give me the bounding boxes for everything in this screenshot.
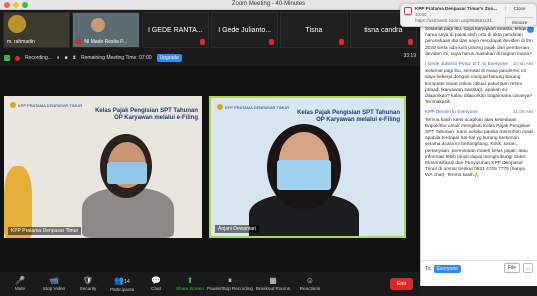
calendar-icon: [404, 7, 412, 15]
face-mask: [107, 162, 147, 184]
remaining-time: Remaining Meeting Time: 07:00: [81, 55, 152, 61]
thumbnail-tile[interactable]: I GEDE RANTA...: [141, 12, 209, 48]
pause-stop-recording-button[interactable]: ⏸ Pause/Stop Recording: [207, 273, 253, 295]
chat-panel: Selamat pagi Ibu, saya karyawan swasta, …: [420, 10, 537, 286]
tile-logo: KPP PRATAMA DENPASAR TIMUR: [10, 102, 82, 108]
thumbnail-tile[interactable]: Tisna: [280, 12, 348, 48]
pause-icon: ⏸: [228, 276, 232, 285]
microphone-icon: 🎤: [15, 276, 25, 285]
chat-button[interactable]: 💬 Chat: [139, 273, 173, 295]
thumbnail-name: I Gede Julianto...: [218, 27, 272, 34]
breakout-rooms-button[interactable]: ▦ Breakout Rooms: [253, 273, 293, 295]
chat-message: Selamat pagi Ibu, saya karyawan swasta, …: [425, 27, 533, 58]
thumbnail-name: m. rahmadin: [7, 39, 35, 45]
notification-snooze-button[interactable]: Snooze: [505, 17, 533, 25]
grid-icon: ▦: [269, 276, 277, 285]
tile-name-label: Anjani Dewantari: [215, 225, 259, 233]
thumbnail-tile[interactable]: I Gede Julianto...: [210, 12, 279, 48]
thumbnail-name: NI Made Resita P...: [84, 39, 128, 45]
chat-time: 11:05 AM: [513, 110, 533, 116]
video-tile-active[interactable]: KPP PRATAMA DENPASAR TIMUR Kelas Pajak P…: [209, 96, 406, 238]
thumbnail-name: Tisna: [305, 27, 323, 34]
calendar-notification[interactable]: KPP Pratama Denpasar Timur's Zoo... 10:5…: [400, 3, 537, 27]
participant-face: [91, 18, 106, 32]
more-options-button[interactable]: ...: [522, 263, 533, 273]
notification-close-button[interactable]: Close: [505, 6, 533, 11]
chat-message: I Gede Julianto Putra, S.T. to Everyone 1…: [425, 62, 533, 106]
tile-name-label: KPP Pratama Denpasar Timur: [8, 227, 82, 235]
chat-messages: Selamat pagi Ibu, saya karyawan swasta, …: [425, 26, 533, 180]
upgrade-button[interactable]: Upgrade: [156, 54, 182, 62]
chat-message-body: Terima kasih kami ucapkan atas kesediaan…: [425, 117, 533, 179]
thumbnail-strip: m. rahmadin NI Made Resita P... I GEDE R…: [0, 10, 420, 50]
meeting-toolbar: 🎤 Mute 📹 Stop Video 🛡 Security 👥14 Participa…: [0, 272, 420, 296]
end-meeting-button[interactable]: End: [390, 278, 413, 290]
notification-title: KPP Pratama Denpasar Timur's Zoo...: [415, 6, 498, 11]
meeting-info-bar: Recording... ⏸ ■ ⧗ Remaining Meeting Tim…: [0, 52, 420, 64]
smiley-icon: ☺: [305, 276, 315, 285]
muted-mic-icon: [407, 39, 413, 45]
mute-button[interactable]: 🎤 Mute: [3, 273, 37, 295]
crest-icon: [8, 15, 26, 33]
muted-mic-icon: [269, 39, 275, 45]
chat-sender: I Gede Julianto Putra, S.T. to Everyone: [425, 62, 508, 68]
logo-icon: [217, 104, 223, 110]
thumbnail-tile[interactable]: NI Made Resita P...: [72, 12, 140, 48]
thumbnail-tile[interactable]: m. rahmadin: [3, 12, 71, 48]
notification-time: 10:50: [415, 12, 427, 17]
file-button[interactable]: File: [503, 263, 520, 273]
muted-mic-icon: [76, 39, 82, 45]
stop-recording-icon[interactable]: ■: [64, 55, 67, 61]
notification-link: https://us02web.zoom.us/j/863681131...: [415, 18, 496, 23]
logo-icon: [10, 102, 16, 108]
chat-time: 10:50 AM: [512, 62, 533, 68]
timer-icon: ⧗: [72, 55, 77, 61]
meeting-clock: 33:19: [403, 53, 416, 59]
security-button[interactable]: 🛡 Security: [71, 273, 105, 295]
zoom-window: Zoom Meeting - 40-Minutes m. rahmadin NI…: [0, 0, 537, 296]
share-arrow-icon: ⬆: [186, 276, 194, 285]
meeting-area: m. rahmadin NI Made Resita P... I GEDE R…: [0, 10, 420, 296]
video-camera-icon: 📹: [49, 276, 59, 285]
tile-logo: KPP PRATAMA DENPASAR TIMUR: [217, 104, 289, 110]
chat-input[interactable]: [425, 274, 533, 284]
chat-bubble-icon: 💬: [151, 276, 161, 285]
tile-banner: Kelas Pajak Pengisian SPT Tahunan OP Kar…: [297, 110, 400, 123]
chat-sender: KPP Denlim to Everyone: [425, 110, 478, 116]
share-screen-button[interactable]: ⬆ Share Screen: [173, 273, 207, 295]
tile-banner: Kelas Pajak Pengisian SPT Tahunan OP Kar…: [95, 108, 198, 121]
shield-icon: 🛡: [82, 276, 94, 285]
chat-message: KPP Denlim to Everyone 11:05 AM Terima ka…: [425, 110, 533, 179]
muted-mic-icon: [199, 39, 205, 45]
pause-recording-icon[interactable]: ⏸: [57, 55, 60, 61]
recording-status: Recording...: [25, 55, 52, 61]
thumbnail-name: tisna candra: [364, 27, 403, 34]
chat-footer: To: Everyone File ...: [421, 260, 537, 286]
participants-icon: 👥: [114, 275, 125, 285]
video-stage: KPP PRATAMA DENPASAR TIMUR Kelas Pajak P…: [0, 66, 420, 272]
thumbnail-name: I GEDE RANTA...: [147, 27, 203, 34]
recipient-select[interactable]: Everyone: [433, 265, 461, 273]
participants-button[interactable]: 👥14 Participants: [105, 273, 139, 295]
face-mask: [277, 160, 331, 190]
chat-message-body: Selamat pagi Ibu, saya karyawan swasta, …: [425, 27, 533, 57]
to-label: To:: [425, 266, 432, 272]
participants-count: 14: [124, 278, 130, 285]
video-tile[interactable]: KPP PRATAMA DENPASAR TIMUR Kelas Pajak P…: [4, 96, 202, 238]
chat-message-body: Selamat pagi ibu, semisal di masa pandem…: [425, 69, 533, 106]
reactions-button[interactable]: ☺ Reactions: [293, 273, 327, 295]
stop-video-button[interactable]: 📹 Stop Video: [37, 273, 71, 295]
muted-mic-icon: [338, 39, 344, 45]
encryption-shield-icon[interactable]: [4, 55, 10, 61]
recording-dot-icon: [15, 55, 20, 61]
